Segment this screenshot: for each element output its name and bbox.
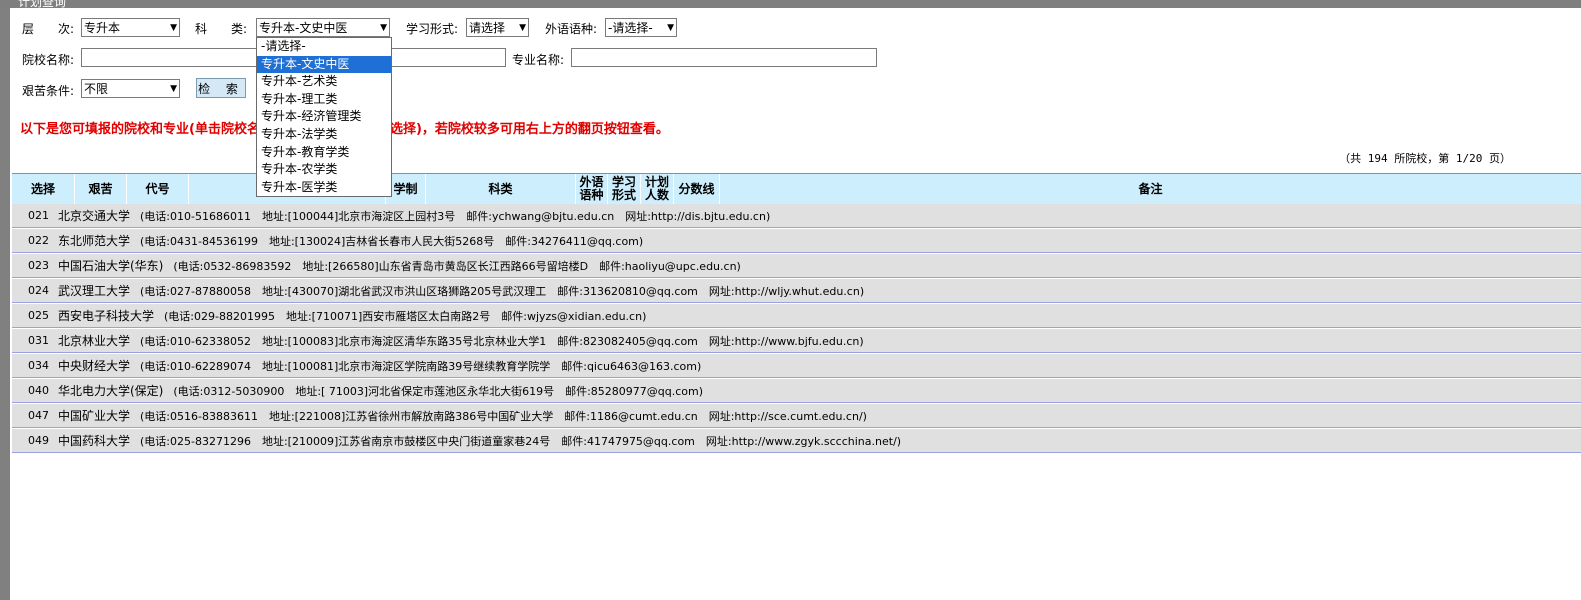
school-name-link[interactable]: 北京交通大学 xyxy=(58,207,130,224)
school-code: 025 xyxy=(28,309,49,322)
school-name-link[interactable]: 中央财经大学 xyxy=(58,357,130,374)
level-select[interactable]: 专升本 ▼ xyxy=(81,18,180,37)
table-row[interactable]: 023 中国石油大学(华东) (电话:0532-86983592 地址:[26658… xyxy=(12,254,1581,278)
school-label: 院校名称: xyxy=(22,53,75,67)
page-info: （共 194 所院校，第 1/20 页） xyxy=(1339,152,1511,165)
school-code: 049 xyxy=(28,434,49,447)
table-row[interactable]: 021 北京交通大学 (电话:010-51686011 地址:[100044]北京市… xyxy=(12,204,1581,228)
col-duration: 学制 xyxy=(386,174,426,204)
school-code: 024 xyxy=(28,284,49,297)
major-name-input[interactable] xyxy=(571,48,877,67)
col-study-form: 学习 形式 xyxy=(608,174,641,204)
col-score-line: 分数线 xyxy=(674,174,720,204)
table-row[interactable]: 024 武汉理工大学 (电话:027-87880058 地址:[430070]湖北省… xyxy=(12,279,1581,303)
col-hardship: 艰苦 xyxy=(75,174,127,204)
table-row[interactable]: 040 华北电力大学(保定) (电话:0312-5030900 地址:[ 71003… xyxy=(12,379,1581,403)
hardship-select-value: 不限 xyxy=(84,82,109,96)
table-row[interactable]: 047 中国矿业大学 (电话:0516-83883611 地址:[221008]江苏… xyxy=(12,404,1581,428)
hardship-select[interactable]: 不限 ▼ xyxy=(81,79,180,98)
school-contact-info: (电话:010-62289074 地址:[100081]北京市海淀区学院南路39… xyxy=(140,359,702,373)
chevron-down-icon: ▼ xyxy=(667,22,674,33)
col-language: 外语 语种 xyxy=(576,174,608,204)
language-select-value: -请选择- xyxy=(608,21,653,35)
school-name-link[interactable]: 西安电子科技大学 xyxy=(58,307,154,324)
col-remarks: 备注 xyxy=(1138,181,1163,196)
dropdown-option-selected[interactable]: 专升本-文史中医 xyxy=(257,55,391,74)
level-label: 层 次: xyxy=(22,22,75,36)
table-row[interactable]: 031 北京林业大学 (电话:010-62338052 地址:[100083]北京市… xyxy=(12,329,1581,353)
school-contact-info: (电话:010-62338052 地址:[100083]北京市海淀区清华东路35… xyxy=(140,334,864,348)
school-code: 022 xyxy=(28,234,49,247)
school-name-link[interactable]: 中国石油大学(华东) xyxy=(58,257,163,274)
level-select-value: 专升本 xyxy=(84,21,121,35)
dropdown-option[interactable]: 专升本-经济管理类 xyxy=(257,108,391,126)
category-select-value: 专升本-文史中医 xyxy=(259,21,348,35)
query-panel: 层 次: 专升本 ▼ 科 类: 专升本-文史中医 ▼ 学习形式: 请选择 ▼ 外… xyxy=(10,8,1581,600)
language-select[interactable]: -请选择- ▼ xyxy=(605,18,677,37)
school-contact-info: (电话:0312-5030900 地址:[ 71003]河北省保定市莲池区永华北… xyxy=(173,384,704,398)
school-code: 040 xyxy=(28,384,49,397)
school-code: 023 xyxy=(28,259,49,272)
school-code: 034 xyxy=(28,359,49,372)
school-name-link[interactable]: 北京林业大学 xyxy=(58,332,130,349)
school-code: 021 xyxy=(28,209,49,222)
study-form-label: 学习形式: xyxy=(406,22,459,36)
chevron-down-icon: ▼ xyxy=(380,22,387,33)
school-contact-info: (电话:025-83271296 地址:[210009]江苏省南京市鼓楼区中央门… xyxy=(140,434,902,448)
title-bar: 计划查询 xyxy=(0,0,1581,9)
col-category: 科类 xyxy=(426,174,576,204)
school-code: 031 xyxy=(28,334,49,347)
dropdown-option[interactable]: -请选择- xyxy=(257,38,391,56)
school-name-link[interactable]: 东北师范大学 xyxy=(58,232,130,249)
school-code: 047 xyxy=(28,409,49,422)
dropdown-option[interactable]: 专升本-农学类 xyxy=(257,161,391,179)
chevron-down-icon: ▼ xyxy=(170,83,177,94)
dropdown-option[interactable]: 专升本-理工类 xyxy=(257,91,391,109)
chevron-down-icon: ▼ xyxy=(170,22,177,33)
major-label: 专业名称: xyxy=(512,53,565,67)
hardship-label: 艰苦条件: xyxy=(22,84,75,98)
table-row[interactable]: 034 中央财经大学 (电话:010-62289074 地址:[100081]北京市… xyxy=(12,354,1581,378)
school-contact-info: (电话:0516-83883611 地址:[221008]江苏省徐州市解放南路3… xyxy=(140,409,867,423)
school-name-link[interactable]: 中国药科大学 xyxy=(58,432,130,449)
school-list: 021 北京交通大学 (电话:010-51686011 地址:[100044]北京市… xyxy=(12,204,1581,454)
col-select: 选择 xyxy=(12,174,75,204)
school-contact-info: (电话:027-87880058 地址:[430070]湖北省武汉市洪山区珞狮路… xyxy=(140,284,865,298)
table-header: 选择 艰苦 代号 学制 科类 外语 语种 学习 形式 计划 人数 分数线 备注 xyxy=(12,173,1581,205)
study-form-select[interactable]: 请选择 ▼ xyxy=(466,18,529,37)
dropdown-option[interactable]: 专升本-医学类 xyxy=(257,179,391,197)
table-row[interactable]: 022 东北师范大学 (电话:0431-84536199 地址:[130024]吉林… xyxy=(12,229,1581,253)
dropdown-option[interactable]: 专升本-法学类 xyxy=(257,126,391,144)
col-code: 代号 xyxy=(127,174,189,204)
col-plan-count: 计划 人数 xyxy=(641,174,674,204)
school-contact-info: (电话:029-88201995 地址:[710071]西安市雁塔区太白南路2号… xyxy=(164,309,647,323)
category-label: 科 类: xyxy=(195,22,248,36)
dropdown-option[interactable]: 专升本-教育学类 xyxy=(257,144,391,162)
table-row[interactable]: 025 西安电子科技大学 (电话:029-88201995 地址:[710071]西… xyxy=(12,304,1581,328)
category-dropdown-list: -请选择- 专升本-文史中医 专升本-艺术类 专升本-理工类 专升本-经济管理类… xyxy=(256,37,392,198)
language-label: 外语语种: xyxy=(545,22,598,36)
table-row[interactable]: 049 中国药科大学 (电话:025-83271296 地址:[210009]江苏省… xyxy=(12,429,1581,453)
school-contact-info: (电话:0431-84536199 地址:[130024]吉林省长春市人民大街5… xyxy=(140,234,644,248)
study-form-select-value: 请选择 xyxy=(469,21,506,35)
school-name-link[interactable]: 华北电力大学(保定) xyxy=(58,382,163,399)
school-name-link[interactable]: 中国矿业大学 xyxy=(58,407,130,424)
search-button[interactable]: 检 索 xyxy=(196,78,246,98)
school-name-link[interactable]: 武汉理工大学 xyxy=(58,282,130,299)
category-select[interactable]: 专升本-文史中医 ▼ xyxy=(256,18,390,37)
dropdown-option[interactable]: 专升本-艺术类 xyxy=(257,73,391,91)
chevron-down-icon: ▼ xyxy=(519,22,526,33)
school-contact-info: (电话:010-51686011 地址:[100044]北京市海淀区上园村3号 … xyxy=(140,209,771,223)
school-contact-info: (电话:0532-86983592 地址:[266580]山东省青岛市黄岛区长江… xyxy=(173,259,741,273)
